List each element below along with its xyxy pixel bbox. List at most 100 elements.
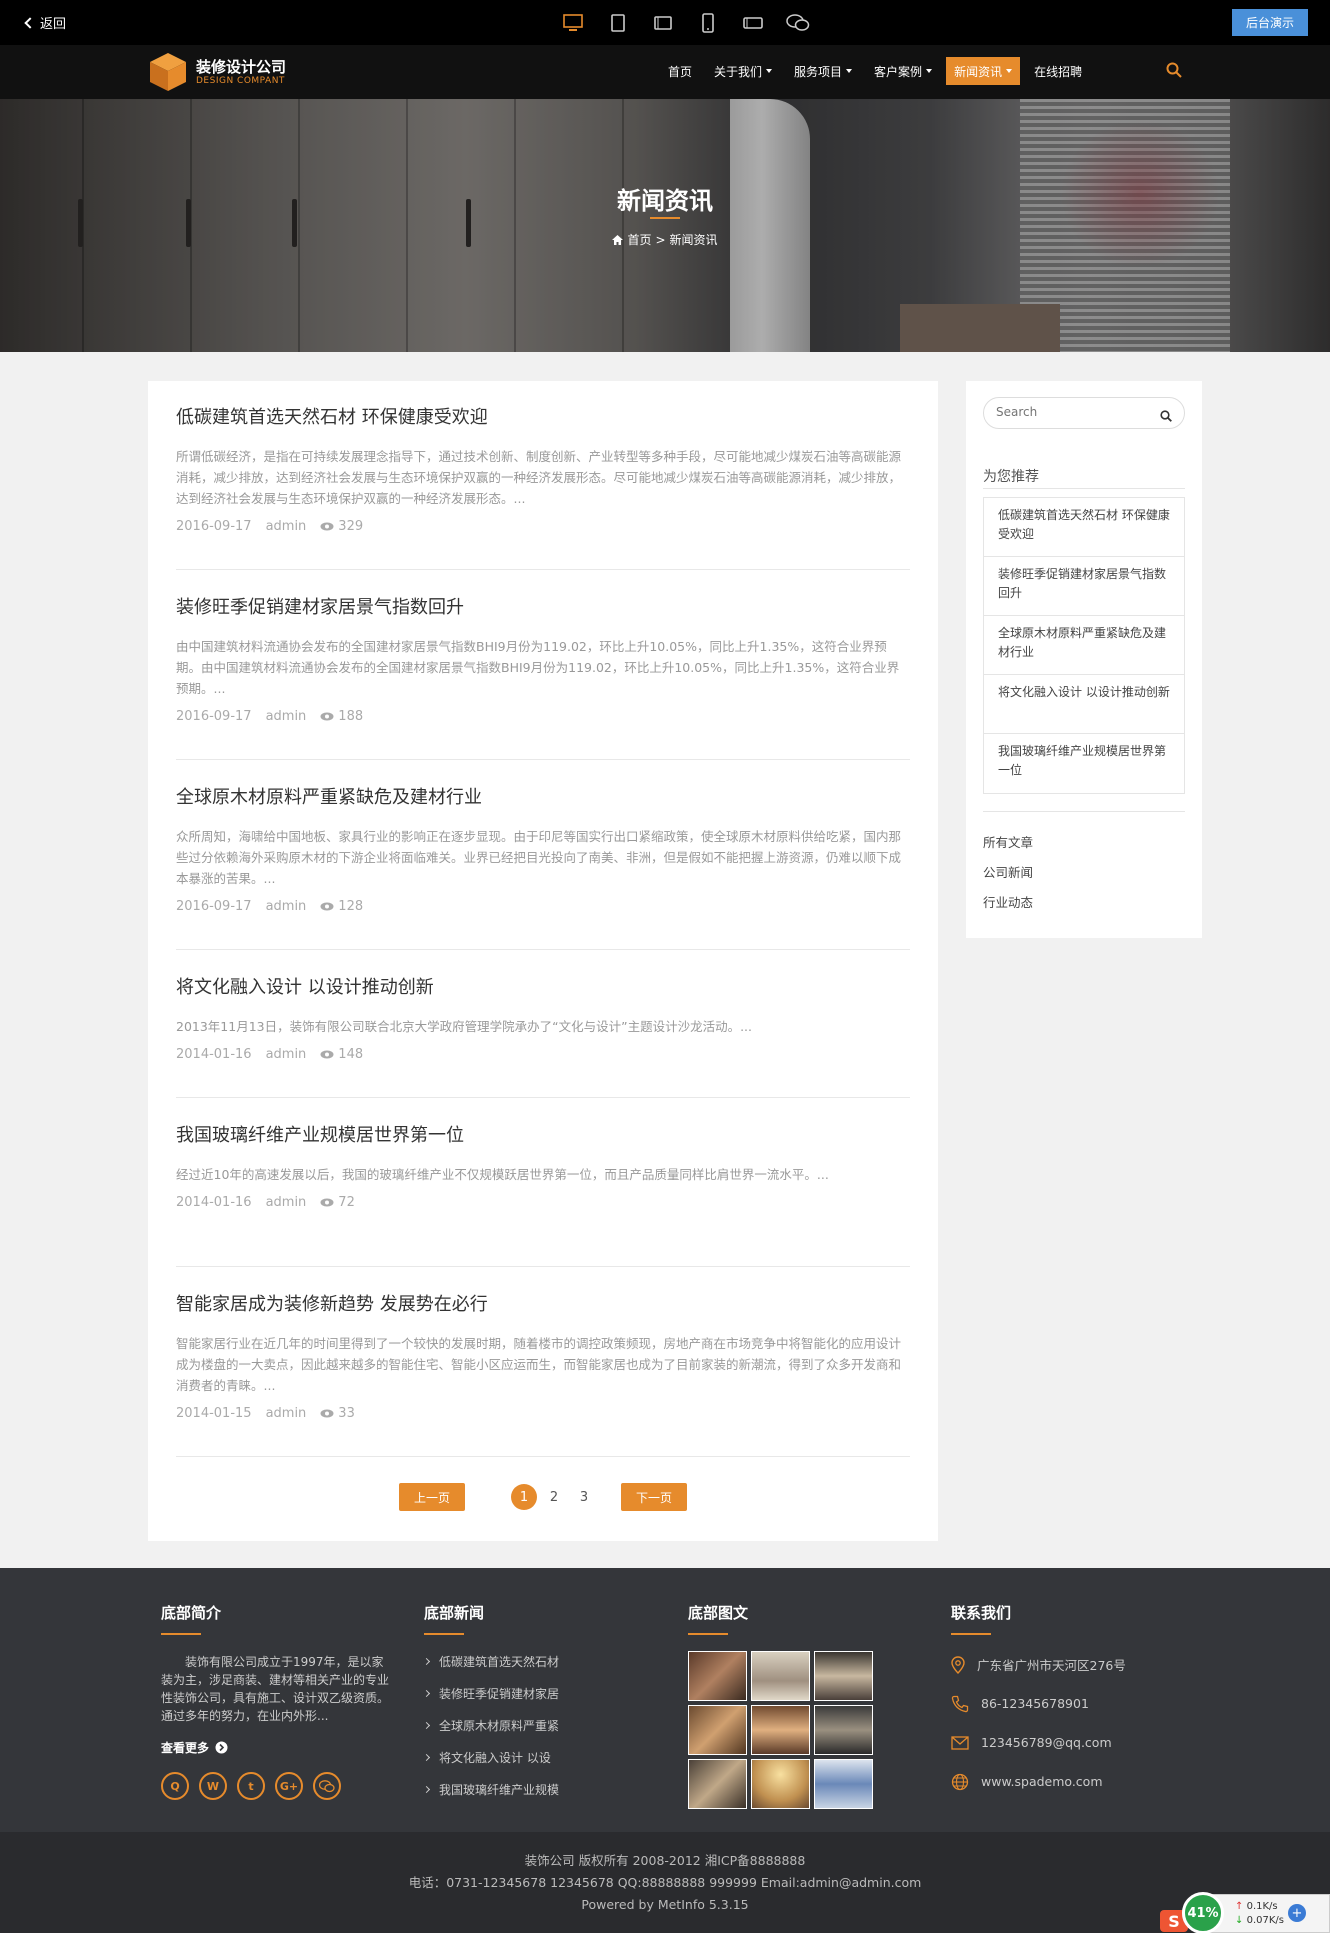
gallery-thumb[interactable] [814,1759,873,1809]
gallery-thumb[interactable] [814,1651,873,1701]
article-summary: 由中国建筑材料流通协会发布的全国建材家居景气指数BHI9月份为119.02，环比… [176,639,900,696]
breadcrumb-home[interactable]: 首页 [627,231,651,248]
pagination: 上一页 1 2 3 下一页 [148,1483,938,1511]
nav-services[interactable]: 服务项目 [786,57,860,85]
nav-label: 关于我们 [714,64,763,79]
caret-down-icon [1006,69,1013,73]
network-speed-widget[interactable]: S 41% ↑ 0.1K/s ↓ 0.07K/s + [1160,1888,1330,1933]
page-number[interactable]: 2 [541,1484,567,1510]
footer-news-item[interactable]: 将文化融入设计 以设 [422,1741,559,1773]
twitter-icon[interactable]: t [237,1772,265,1800]
article-summary: 所谓低碳经济，是指在可持续发展理念指导下，通过技术创新、制度创新、产业转型等多种… [176,449,902,506]
category-industry[interactable]: 行业动态 [983,892,1033,911]
contact-website: www.spademo.com [951,1762,1126,1801]
article-author: admin [265,899,307,914]
tablet-landscape-icon[interactable] [650,10,676,36]
back-link[interactable]: 返回 [24,13,66,32]
recommend-item[interactable]: 我国玻璃纤维产业规模居世界第一位 [984,734,1184,793]
gallery-thumb[interactable] [688,1705,747,1755]
eye-icon [320,1409,334,1418]
wechat-icon[interactable] [785,10,811,36]
phone-icon[interactable] [695,10,721,36]
footer-news-label: 低碳建筑首选天然石材 [439,1654,560,1669]
gallery-thumb[interactable] [751,1759,810,1809]
phone-landscape-icon[interactable] [740,10,766,36]
nav-home[interactable]: 首页 [660,57,700,85]
article-author: admin [265,1047,307,1062]
article-author: admin [265,1406,307,1421]
nav-label: 客户案例 [874,64,923,79]
prev-page-button[interactable]: 上一页 [398,1483,465,1511]
page-number[interactable]: 1 [511,1484,537,1510]
search-icon[interactable] [1166,62,1182,82]
article-title[interactable]: 低碳建筑首选天然石材 环保健康受欢迎 [176,406,910,430]
footer-news-item[interactable]: 全球原木材原料严重紧 [422,1709,559,1741]
gallery-thumb[interactable] [814,1705,873,1755]
qq-icon[interactable]: Q [161,1772,189,1800]
article-title[interactable]: 我国玻璃纤维产业规模居世界第一位 [176,1124,910,1148]
nav-cases[interactable]: 客户案例 [866,57,940,85]
admin-demo-button[interactable]: 后台演示 [1232,9,1308,36]
search-input[interactable] [996,405,1146,419]
chevron-right-icon [422,1785,431,1793]
recommend-item[interactable]: 将文化融入设计 以设计推动创新 [984,675,1184,734]
article-date: 2016-09-17 [176,899,252,914]
chevron-left-icon [24,16,36,29]
footer-intro-title: 底部简介 [161,1604,222,1622]
article-title[interactable]: 装修旺季促销建材家居景气指数回升 [176,596,910,620]
logo-title: 装修设计公司 [196,58,287,76]
nav-news[interactable]: 新闻资讯 [946,57,1021,85]
recommend-heading: 为您推荐 [983,469,1039,485]
article-meta: 2014-01-16 admin 72 [176,1195,910,1210]
article-date: 2014-01-16 [176,1047,252,1062]
read-more-label: 查看更多 [161,1741,210,1755]
desktop-icon[interactable] [560,10,586,36]
chevron-right-icon [422,1657,431,1665]
footer-news-item[interactable]: 低碳建筑首选天然石材 [422,1645,560,1677]
category-company-news[interactable]: 公司新闻 [983,862,1033,881]
tablet-icon[interactable] [605,10,631,36]
footer-gallery: 底部图文 [688,1602,873,1809]
home-icon [612,234,624,245]
gallery-thumb[interactable] [751,1651,810,1701]
eye-icon [320,522,334,531]
search-icon[interactable] [1160,407,1172,426]
nav-about[interactable]: 关于我们 [706,57,780,85]
footer-news-item[interactable]: 我国玻璃纤维产业规模 [422,1773,559,1805]
arrow-circle-icon [215,1741,228,1754]
next-page-button[interactable]: 下一页 [621,1483,688,1511]
google-plus-icon[interactable]: G+ [275,1772,303,1800]
article-views: 72 [338,1195,355,1210]
eye-icon [320,1050,334,1059]
gallery-thumb[interactable] [751,1705,810,1755]
article-title[interactable]: 全球原木材原料严重紧缺危及建材行业 [176,786,910,810]
breadcrumb-separator: > [655,232,666,247]
category-all[interactable]: 所有文章 [983,832,1033,851]
article-author: admin [265,519,307,534]
device-switcher [560,10,811,36]
article-title[interactable]: 智能家居成为装修新趋势 发展势在必行 [176,1293,910,1317]
recommend-item[interactable]: 全球原木材原料严重紧缺危及建材行业 [984,616,1184,675]
wechat-icon[interactable] [313,1772,341,1800]
plus-icon[interactable]: + [1288,1904,1306,1922]
logo-subtitle: DESIGN COMPANT [196,76,285,86]
article-meta: 2014-01-16 admin 148 [176,1047,910,1062]
site-footer: 底部简介 装饰有限公司成立于1997年，是以家装为主，涉足商装、建材等相关产业的… [0,1568,1330,1832]
gallery-thumb[interactable] [688,1759,747,1809]
footer-news-item[interactable]: 装修旺季促销建材家居 [422,1677,559,1709]
recommend-item[interactable]: 低碳建筑首选天然石材 环保健康受欢迎 [984,498,1184,557]
contact-text[interactable]: www.spademo.com [981,1774,1103,1789]
weibo-icon[interactable]: W [199,1772,227,1800]
phone-icon [951,1695,969,1712]
breadcrumb-current[interactable]: 新闻资讯 [670,231,718,248]
read-more-link[interactable]: 查看更多 [161,1739,391,1756]
site-logo[interactable]: 装修设计公司 DESIGN COMPANT [148,51,286,93]
gallery-thumb[interactable] [688,1651,747,1701]
footer-intro-text: 装饰有限公司成立于1997年，是以家装为主，涉足商装、建材等相关产业的专业性装饰… [161,1655,390,1723]
article-title[interactable]: 将文化融入设计 以设计推动创新 [176,976,910,1000]
footer-contact-title: 联系我们 [951,1604,1012,1622]
contact-text: 广东省广州市天河区276号 [977,1658,1126,1673]
nav-jobs[interactable]: 在线招聘 [1026,57,1090,85]
recommend-item[interactable]: 装修旺季促销建材家居景气指数回升 [984,557,1184,616]
page-number[interactable]: 3 [571,1484,597,1510]
